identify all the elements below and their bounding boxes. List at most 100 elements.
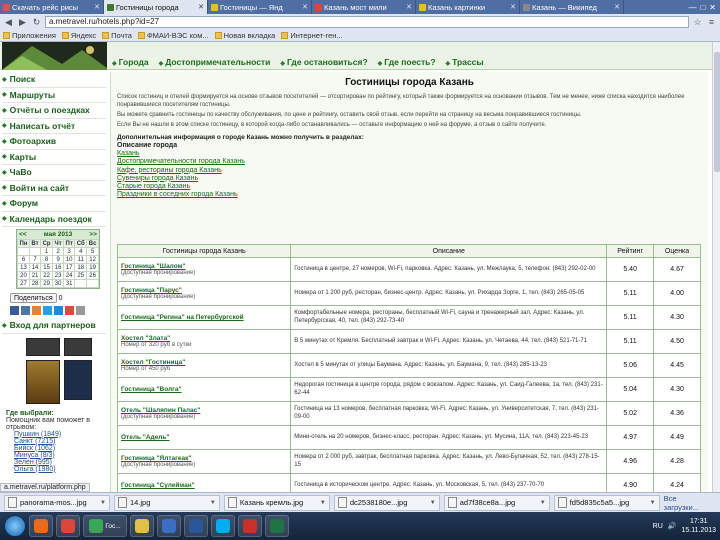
hotel-name-link[interactable]: Гостиница "Шалом": [121, 263, 287, 270]
volume-icon[interactable]: 🔊: [668, 522, 677, 530]
language-indicator[interactable]: RU: [653, 523, 663, 530]
city-link[interactable]: Достопримечательности города Казань: [117, 158, 702, 166]
top-nav-link[interactable]: Достопримечательности: [159, 57, 270, 67]
calendar-day[interactable]: 23: [52, 271, 65, 280]
top-nav-link[interactable]: Где остановиться?: [280, 57, 368, 67]
sidebar-item[interactable]: Войти на сайт: [2, 181, 106, 196]
hotel-name-link[interactable]: Гостиница "Ялтагеак": [121, 455, 287, 462]
city-link[interactable]: Старые города Казань: [117, 183, 702, 191]
tab-close-icon[interactable]: ✕: [300, 3, 308, 11]
partner-badge[interactable]: [64, 337, 92, 356]
hotel-name-link[interactable]: Гостиница "Регина" на Петербургской: [121, 314, 287, 321]
calendar-day[interactable]: 2: [52, 247, 65, 256]
taskbar-app-explorer[interactable]: [130, 515, 154, 537]
reload-icon[interactable]: ↻: [31, 17, 42, 28]
browser-tab[interactable]: Казань мост мили ✕: [312, 0, 416, 14]
calendar-day[interactable]: 22: [40, 271, 54, 280]
maximize-button[interactable]: □: [700, 3, 705, 12]
calendar-day[interactable]: 5: [86, 247, 99, 256]
hotel-name-link[interactable]: Отель "Шаляпин Палас": [121, 407, 287, 414]
site-logo[interactable]: [2, 42, 107, 70]
top-nav-link[interactable]: Трассы: [446, 57, 484, 67]
bookmark-item[interactable]: Почта: [102, 31, 132, 40]
where-list-item[interactable]: Бийск (1062): [14, 445, 106, 452]
sidebar-item[interactable]: Отчёты о поездках: [2, 103, 106, 119]
sidebar-item-partners[interactable]: Вход для партнеров: [2, 318, 106, 334]
where-list-item[interactable]: Санкт (7215): [14, 438, 106, 445]
mailru-icon[interactable]: [54, 306, 63, 315]
start-button[interactable]: [4, 515, 26, 537]
download-item[interactable]: fd5d835c5a5...jpg ▼: [553, 494, 660, 511]
column-header[interactable]: Рейтинг: [606, 244, 655, 258]
calendar-day[interactable]: 6: [16, 255, 31, 264]
chevron-down-icon[interactable]: ▼: [650, 500, 656, 506]
chevron-down-icon[interactable]: ▼: [320, 500, 326, 506]
top-nav-link[interactable]: Города: [112, 57, 149, 67]
vk-icon[interactable]: [21, 306, 30, 315]
calendar-day[interactable]: 24: [63, 271, 76, 280]
calendar-day[interactable]: 29: [40, 279, 54, 288]
partner-badge[interactable]: [26, 359, 60, 404]
download-item[interactable]: Казань кремль.jpg ▼: [223, 494, 330, 511]
odnoklassniki-icon[interactable]: [32, 306, 41, 315]
download-item[interactable]: ad7f38ce8a...jpg ▼: [443, 494, 550, 511]
calendar-day[interactable]: 26: [86, 271, 99, 280]
browser-tab[interactable]: Казань — Википед ✕: [520, 0, 624, 14]
city-link[interactable]: Праздники в соседних города Казань: [117, 191, 702, 199]
bookmark-item[interactable]: Приложения: [3, 31, 56, 40]
calendar-day[interactable]: 12: [86, 255, 99, 264]
all-downloads-link[interactable]: Все загрузки...: [664, 494, 720, 512]
chevron-down-icon[interactable]: ▼: [430, 500, 436, 506]
sidebar-item[interactable]: Фотоархив: [2, 134, 106, 150]
calendar-day[interactable]: 1: [40, 247, 54, 256]
scrollbar-thumb[interactable]: [714, 52, 720, 172]
taskbar-app-chrome[interactable]: Гос...: [83, 515, 127, 537]
hotel-name-link[interactable]: Хостел "Злата": [121, 335, 287, 342]
more-share-icon[interactable]: [76, 306, 85, 315]
tab-close-icon[interactable]: ✕: [404, 3, 412, 11]
clock[interactable]: 17:31 15.11.2013: [681, 517, 716, 535]
taskbar-app-word[interactable]: [184, 515, 208, 537]
browser-tab[interactable]: Гостиницы — Янд ✕: [208, 0, 312, 14]
page-scrollbar[interactable]: [712, 42, 720, 492]
where-list-item[interactable]: Минуса (8/3): [14, 452, 106, 459]
partner-badge[interactable]: [26, 337, 60, 356]
calendar-day[interactable]: 13: [16, 263, 31, 272]
close-window-button[interactable]: ✕: [709, 3, 716, 12]
partner-badge[interactable]: [64, 359, 92, 400]
taskbar-app-media[interactable]: [157, 515, 181, 537]
calendar-day[interactable]: 17: [63, 263, 76, 272]
bookmark-item[interactable]: ФМАИ-ВЭС ком...: [137, 31, 209, 40]
calendar-day[interactable]: 14: [29, 263, 42, 272]
calendar-day[interactable]: 27: [16, 279, 31, 288]
calendar-day[interactable]: 16: [52, 263, 65, 272]
tab-close-icon[interactable]: ✕: [196, 3, 204, 11]
chevron-down-icon[interactable]: ▼: [210, 500, 216, 506]
taskbar-app-firefox[interactable]: [29, 515, 53, 537]
taskbar-app-yandex[interactable]: [56, 515, 80, 537]
calendar-day[interactable]: 3: [63, 247, 76, 256]
chevron-down-icon[interactable]: ▼: [540, 500, 546, 506]
browser-tab[interactable]: Скачать рейс рисы ✕: [0, 0, 104, 14]
calendar-day[interactable]: 21: [29, 271, 42, 280]
calendar-day[interactable]: 10: [63, 255, 76, 264]
where-list-item[interactable]: Зелен (995): [14, 459, 106, 466]
sidebar-item[interactable]: ЧаВо: [2, 165, 106, 181]
sidebar-item[interactable]: Календарь поездок: [2, 212, 106, 227]
menu-icon[interactable]: ≡: [706, 17, 717, 28]
sidebar-item[interactable]: Карты: [2, 150, 106, 165]
sidebar-item[interactable]: Написать отчёт: [2, 119, 106, 134]
download-item[interactable]: panorama-mos...jpg ▼: [4, 494, 110, 511]
sidebar-item[interactable]: Поиск: [2, 72, 106, 88]
chevron-down-icon[interactable]: ▼: [100, 500, 106, 506]
tab-close-icon[interactable]: ✕: [612, 3, 620, 11]
hotel-name-link[interactable]: Отель "Адель": [121, 434, 287, 441]
taskbar-app-skype[interactable]: [211, 515, 235, 537]
hotel-name-link[interactable]: Гостиница "Сулейман": [121, 482, 287, 489]
taskbar-app-excel[interactable]: [265, 515, 289, 537]
city-link[interactable]: Кафе, рестораны города Казань: [117, 167, 702, 175]
tab-close-icon[interactable]: ✕: [92, 3, 100, 11]
calendar-day[interactable]: 9: [52, 255, 65, 264]
calendar-day[interactable]: 7: [29, 255, 42, 264]
hotel-name-link[interactable]: Гостиница "Волга": [121, 386, 287, 393]
